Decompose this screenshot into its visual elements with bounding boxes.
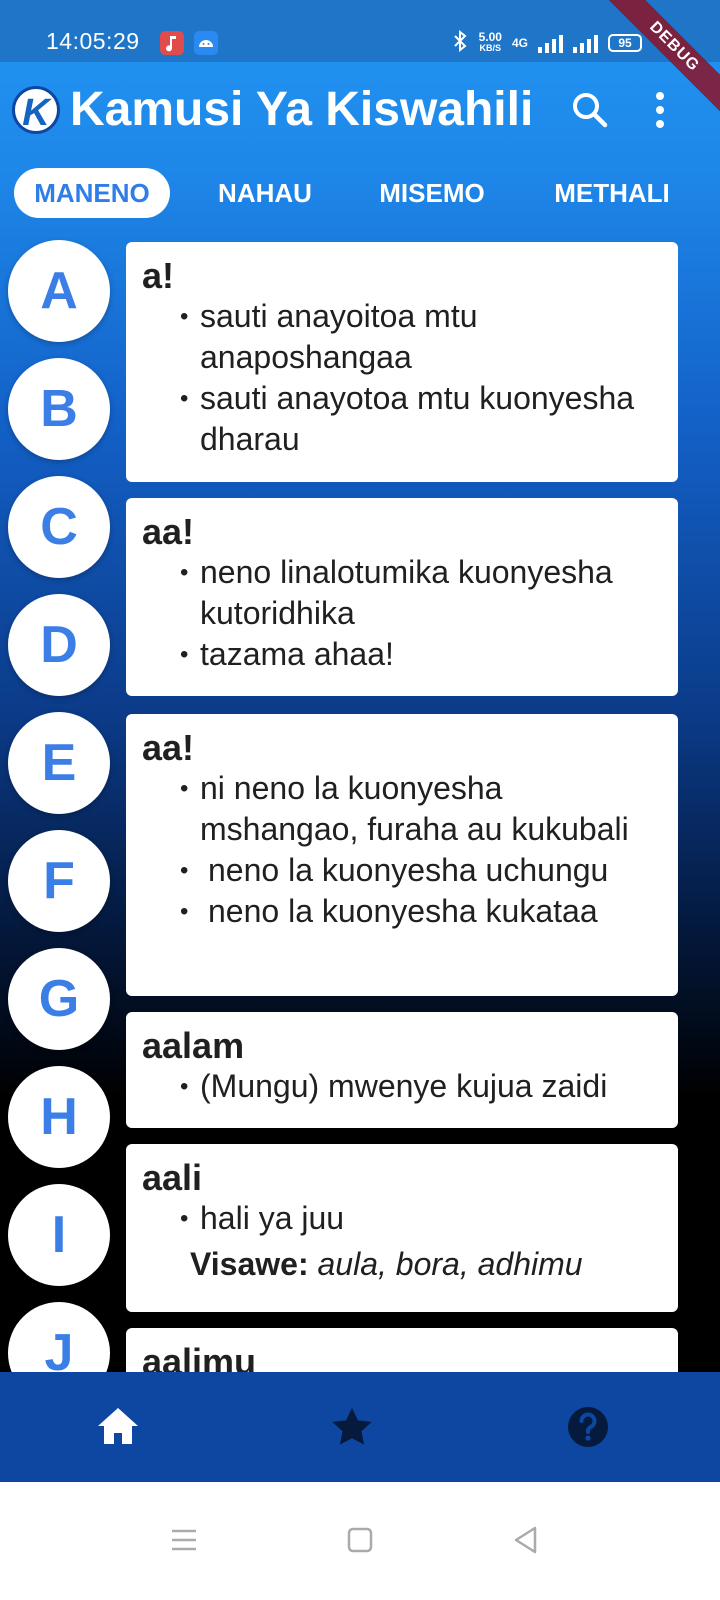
help-icon [568, 1407, 608, 1447]
nav-home-button[interactable] [88, 1402, 148, 1452]
battery-icon: 95 [608, 33, 642, 52]
letter-index-j[interactable]: J [8, 1302, 110, 1372]
square-icon [347, 1527, 373, 1553]
nav-help-button[interactable] [558, 1402, 618, 1452]
letter-index-h[interactable]: H [8, 1066, 110, 1168]
entry-synonyms: Visawe: aula, bora, adhimu [142, 1239, 662, 1289]
android-notification-icon [194, 31, 218, 55]
entry-definition: sauti anayotoa mtu kuonyesha dharau [142, 378, 662, 460]
search-icon [573, 93, 608, 128]
letter-index-c[interactable]: C [8, 476, 110, 578]
status-bar: 14:05:29 5.00 KB/S 4G 95 DEBUG [0, 0, 720, 120]
entry-word: aalimu [142, 1341, 257, 1373]
more-options-button[interactable] [648, 88, 672, 132]
tab-methali[interactable]: METHALI [540, 168, 684, 218]
network-type: 4G [511, 35, 528, 50]
search-button[interactable] [570, 88, 610, 132]
letter-index-e[interactable]: E [8, 712, 110, 814]
synonyms-value: aula, bora, adhimu [317, 1246, 583, 1282]
system-navigation-bar [0, 1482, 720, 1600]
entry-definition: hali ya juu [142, 1198, 662, 1239]
letter-index-f[interactable]: F [8, 830, 110, 932]
more-vert-icon [656, 92, 664, 128]
entry-definition: ni neno la kuonyesha mshangao, furaha au… [142, 768, 662, 850]
tab-maneno[interactable]: MANENO [14, 168, 170, 218]
entry-definition: tazama ahaa! [142, 634, 662, 675]
letter-index-i[interactable]: I [8, 1184, 110, 1286]
synonyms-label: Visawe: [190, 1246, 309, 1282]
entry-definition: neno linalotumika kuonyesha kutoridhika [142, 552, 662, 634]
battery-level: 95 [618, 35, 632, 50]
entry-card[interactable]: aa! ni neno la kuonyesha mshangao, furah… [126, 714, 678, 996]
menu-icon [172, 1529, 196, 1551]
entry-card[interactable]: aalimu [126, 1328, 678, 1372]
system-menu-button[interactable] [164, 1520, 204, 1560]
tab-nahau[interactable]: NAHAU [200, 168, 330, 218]
entry-word: aa! [142, 511, 195, 552]
system-home-button[interactable] [340, 1520, 380, 1560]
entry-definition: neno la kuonyesha uchungu [142, 850, 662, 891]
status-time: 14:05:29 [46, 28, 140, 54]
tab-misemo[interactable]: MISEMO [364, 168, 500, 218]
music-notification-icon [160, 31, 184, 55]
entry-card[interactable]: aali hali ya juu Visawe: aula, bora, adh… [126, 1144, 678, 1312]
speed-value: 5.00 [478, 29, 502, 44]
star-icon [332, 1408, 372, 1445]
entry-word: aa! [142, 727, 195, 768]
entry-card[interactable]: aalam (Mungu) mwenye kujua zaidi [126, 1012, 678, 1128]
entry-definition: (Mungu) mwenye kujua zaidi [142, 1066, 662, 1107]
signal-icon [538, 33, 563, 53]
entry-definition: neno la kuonyesha kukataa [142, 891, 662, 932]
word-list[interactable]: a! sauti anayoitoa mtu anaposhangaa saut… [0, 230, 720, 1372]
bottom-navigation [0, 1372, 720, 1482]
letter-index-g[interactable]: G [8, 948, 110, 1050]
letter-index-b[interactable]: B [8, 358, 110, 460]
entry-card[interactable]: a! sauti anayoitoa mtu anaposhangaa saut… [126, 242, 678, 482]
back-triangle-icon [514, 1526, 537, 1554]
entry-word: a! [142, 255, 175, 296]
letter-index-d[interactable]: D [8, 594, 110, 696]
home-icon [98, 1408, 138, 1444]
status-indicators: 5.00 KB/S 4G 95 [451, 29, 642, 55]
nav-favorites-button[interactable] [322, 1402, 382, 1452]
entry-card[interactable]: aa! neno linalotumika kuonyesha kutoridh… [126, 498, 678, 696]
letter-index-a[interactable]: A [8, 240, 110, 342]
speed-unit: KB/S [479, 42, 502, 53]
network-speed: 5.00 KB/S [478, 29, 502, 54]
entry-definition: sauti anayoitoa mtu anaposhangaa [142, 296, 662, 378]
system-back-button[interactable] [506, 1520, 546, 1560]
entry-word: aali [142, 1157, 203, 1198]
app-logo: K [12, 86, 60, 134]
bluetooth-icon [451, 29, 469, 55]
entry-word: aalam [142, 1025, 245, 1066]
app-title: Kamusi Ya Kiswahili [70, 83, 534, 136]
signal-icon-2 [573, 33, 598, 53]
